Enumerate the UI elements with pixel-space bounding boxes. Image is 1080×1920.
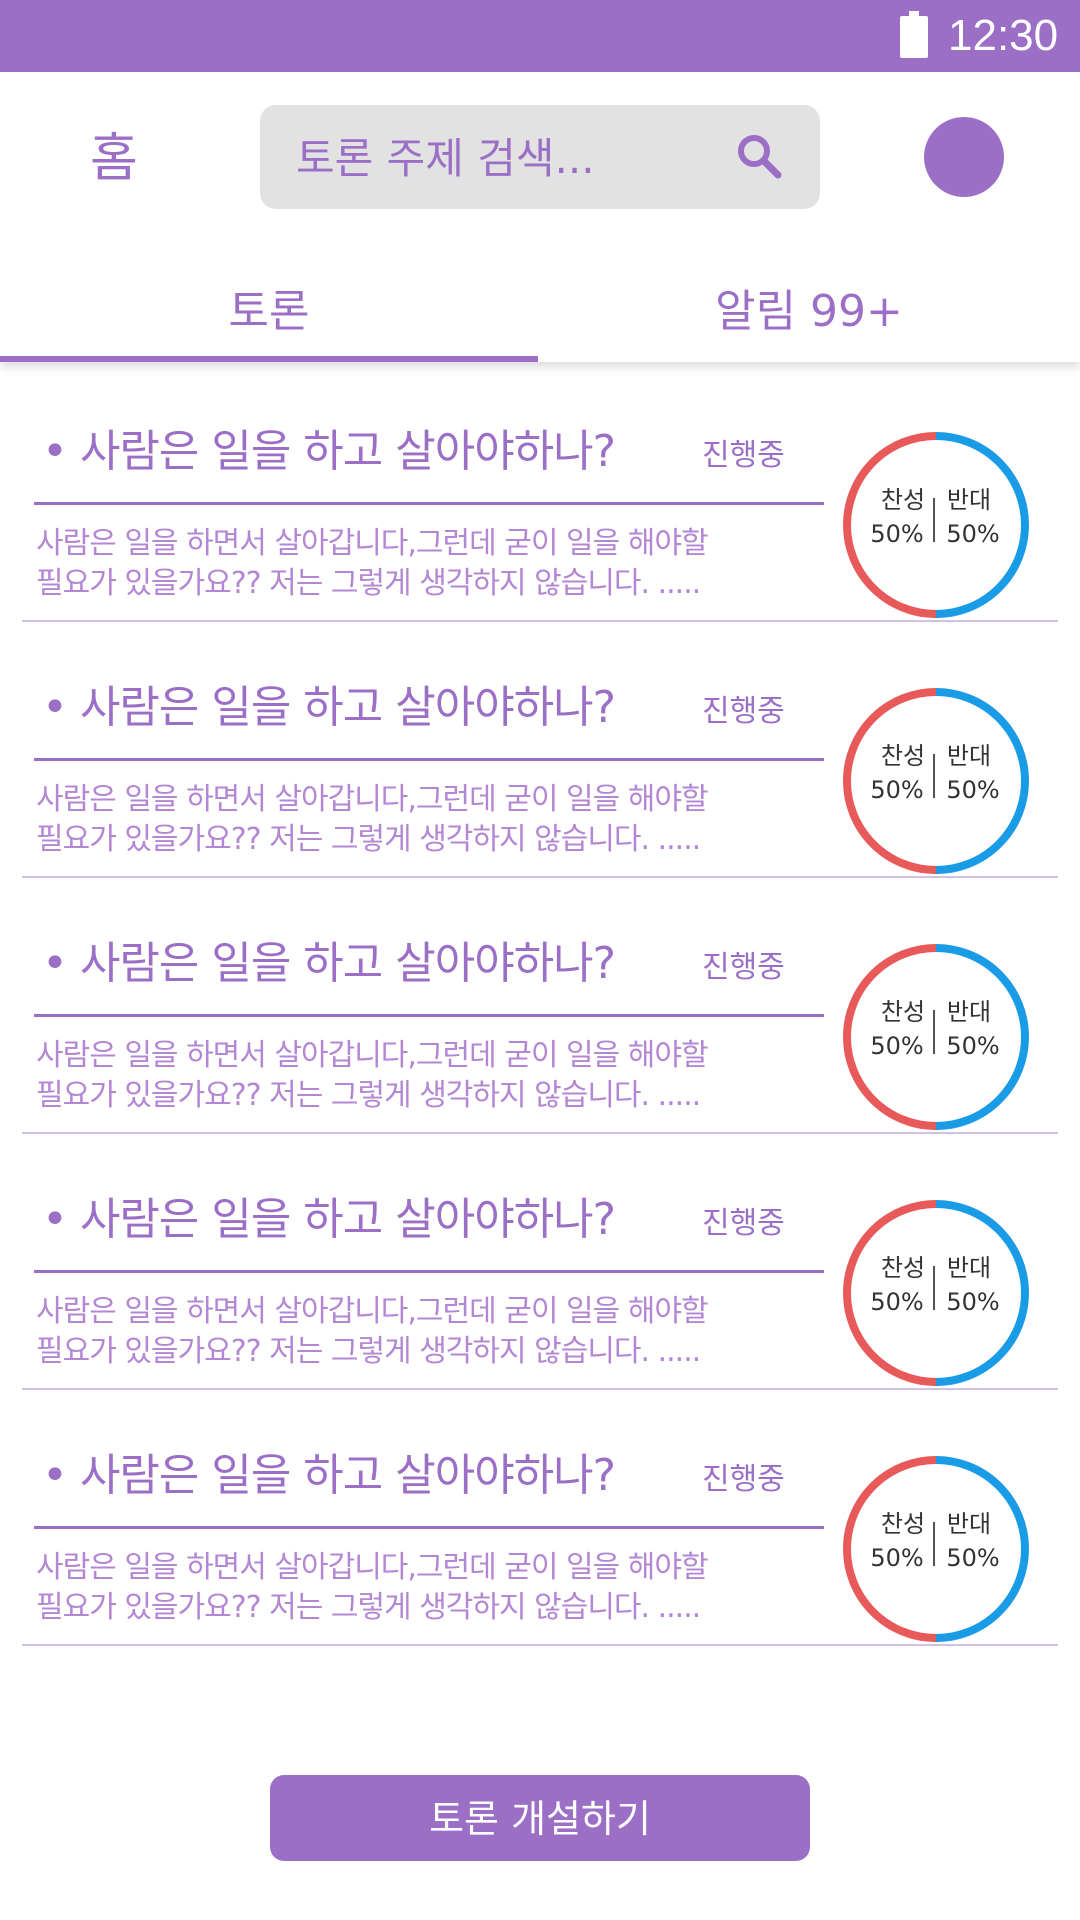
debate-description: 사람은 일을 하면서 살아갑니다,그런데 굳이 일을 해야할 필요가 있을가요?… (36, 1292, 846, 1372)
disagree-value: 50% (946, 1288, 1000, 1316)
disagree-value: 50% (946, 520, 1000, 548)
home-title[interactable]: 홈 (90, 124, 138, 194)
app-header: 홈 토론 알림 99+ (0, 72, 1080, 362)
debate-description: 사람은 일을 하면서 살아갑니다,그런데 굳이 일을 해야할 필요가 있을가요?… (36, 524, 846, 604)
description-line-1: 사람은 일을 하면서 살아갑니다,그런데 굳이 일을 해야할 (36, 1038, 709, 1073)
agree-value: 50% (870, 1032, 924, 1060)
status-badge: 진행중 (702, 438, 785, 473)
status-badge: 진행중 (702, 1462, 785, 1497)
create-debate-button[interactable]: 토론 개설하기 (270, 1775, 810, 1861)
battery-icon (900, 11, 928, 58)
vote-divider (933, 754, 935, 798)
disagree-value: 50% (946, 1032, 1000, 1060)
vote-ratio-chart: 찬성 50% 반대 50% (839, 1196, 1033, 1390)
agree-label: 찬성 (880, 1510, 926, 1538)
debate-title[interactable]: • 사람은 일을 하고 살아야하나? (42, 422, 616, 482)
debate-description: 사람은 일을 하면서 살아갑니다,그런데 굳이 일을 해야할 필요가 있을가요?… (36, 1036, 846, 1116)
search-bar (260, 105, 820, 209)
search-input[interactable] (294, 127, 718, 189)
status-badge: 진행중 (702, 1206, 785, 1241)
agree-label: 찬성 (880, 998, 926, 1026)
description-line-1: 사람은 일을 하면서 살아갑니다,그런데 굳이 일을 해야할 (36, 1550, 709, 1585)
tab-debate[interactable]: 토론 (0, 272, 538, 352)
title-divider (34, 1526, 824, 1529)
agree-value: 50% (870, 776, 924, 804)
vote-ratio-chart: 찬성 50% 반대 50% (839, 428, 1033, 622)
agree-value: 50% (870, 520, 924, 548)
tab-notifications[interactable]: 알림 99+ (538, 272, 1080, 352)
disagree-label: 반대 (946, 486, 992, 514)
description-line-2: 필요가 있을가요?? 저는 그렇게 생각하지 않습니다. ..... (36, 1590, 701, 1625)
disagree-label: 반대 (946, 742, 992, 770)
description-line-1: 사람은 일을 하면서 살아갑니다,그런데 굳이 일을 해야할 (36, 1294, 709, 1329)
title-divider (34, 1270, 824, 1273)
debate-card[interactable]: • 사람은 일을 하고 살아야하나? 진행중 사람은 일을 하면서 살아갑니다,… (22, 876, 1058, 1134)
vote-ratio-chart: 찬성 50% 반대 50% (839, 940, 1033, 1134)
avatar[interactable] (924, 117, 1004, 197)
debate-description: 사람은 일을 하면서 살아갑니다,그런데 굳이 일을 해야할 필요가 있을가요?… (36, 780, 846, 860)
disagree-value: 50% (946, 1544, 1000, 1572)
description-line-2: 필요가 있을가요?? 저는 그렇게 생각하지 않습니다. ..... (36, 566, 701, 601)
agree-value: 50% (870, 1288, 924, 1316)
description-line-1: 사람은 일을 하면서 살아갑니다,그런데 굳이 일을 해야할 (36, 782, 709, 817)
debate-title[interactable]: • 사람은 일을 하고 살아야하나? (42, 678, 616, 738)
debate-card[interactable]: • 사람은 일을 하고 살아야하나? 진행중 사람은 일을 하면서 살아갑니다,… (22, 1132, 1058, 1390)
description-line-1: 사람은 일을 하면서 살아갑니다,그런데 굳이 일을 해야할 (36, 526, 709, 561)
agree-label: 찬성 (880, 486, 926, 514)
disagree-label: 반대 (946, 1254, 992, 1282)
debate-card[interactable]: • 사람은 일을 하고 살아야하나? 진행중 사람은 일을 하면서 살아갑니다,… (22, 364, 1058, 622)
description-line-2: 필요가 있을가요?? 저는 그렇게 생각하지 않습니다. ..... (36, 822, 701, 857)
status-time: 12:30 (948, 11, 1059, 60)
debate-title[interactable]: • 사람은 일을 하고 살아야하나? (42, 1190, 616, 1250)
search-icon[interactable] (734, 131, 784, 181)
description-line-2: 필요가 있을가요?? 저는 그렇게 생각하지 않습니다. ..... (36, 1334, 701, 1369)
debate-card[interactable]: • 사람은 일을 하고 살아야하나? 진행중 사람은 일을 하면서 살아갑니다,… (22, 620, 1058, 878)
disagree-value: 50% (946, 776, 1000, 804)
debate-card[interactable]: • 사람은 일을 하고 살아야하나? 진행중 사람은 일을 하면서 살아갑니다,… (22, 1388, 1058, 1646)
agree-label: 찬성 (880, 1254, 926, 1282)
status-bar: 12:30 (0, 0, 1080, 72)
active-tab-indicator (0, 356, 538, 362)
description-line-2: 필요가 있을가요?? 저는 그렇게 생각하지 않습니다. ..... (36, 1078, 701, 1113)
status-badge: 진행중 (702, 694, 785, 729)
disagree-label: 반대 (946, 1510, 992, 1538)
agree-value: 50% (870, 1544, 924, 1572)
vote-divider (933, 1522, 935, 1566)
status-badge: 진행중 (702, 950, 785, 985)
disagree-label: 반대 (946, 998, 992, 1026)
vote-ratio-chart: 찬성 50% 반대 50% (839, 684, 1033, 878)
debate-title[interactable]: • 사람은 일을 하고 살아야하나? (42, 1446, 616, 1506)
title-divider (34, 758, 824, 761)
vote-divider (933, 1010, 935, 1054)
title-divider (34, 1014, 824, 1017)
vote-divider (933, 498, 935, 542)
vote-divider (933, 1266, 935, 1310)
debate-description: 사람은 일을 하면서 살아갑니다,그런데 굳이 일을 해야할 필요가 있을가요?… (36, 1548, 846, 1628)
agree-label: 찬성 (880, 742, 926, 770)
debate-title[interactable]: • 사람은 일을 하고 살아야하나? (42, 934, 616, 994)
title-divider (34, 502, 824, 505)
vote-ratio-chart: 찬성 50% 반대 50% (839, 1452, 1033, 1646)
